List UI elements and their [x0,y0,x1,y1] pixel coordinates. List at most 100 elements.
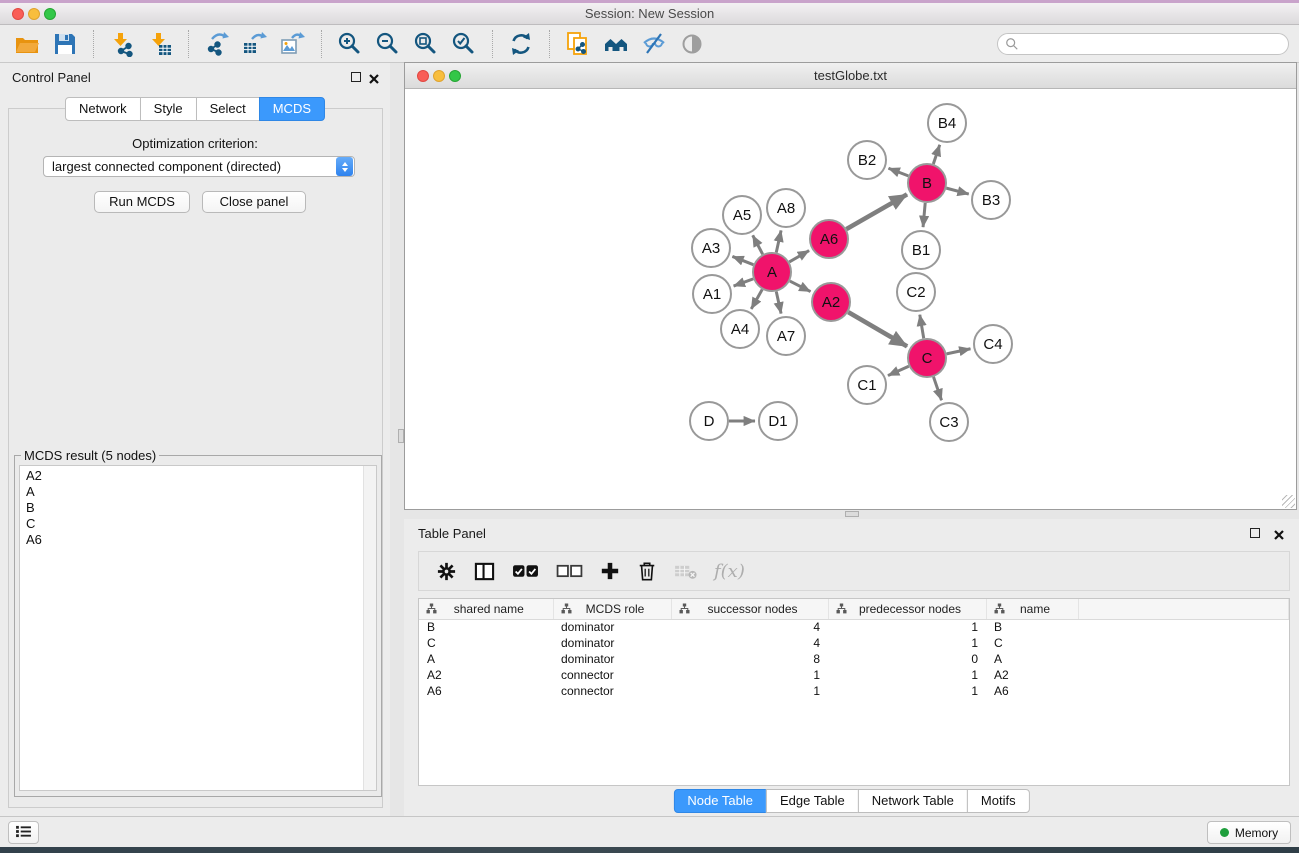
cell-predecessor-nodes[interactable]: 1 [828,619,986,635]
window-close-button[interactable] [12,8,24,20]
graph-node-B[interactable]: B [908,164,946,202]
open-session-button[interactable] [11,29,43,59]
graph-node-A6[interactable]: A6 [810,220,848,258]
table-row[interactable]: Bdominator41B [419,619,1289,635]
window-resize-grip[interactable] [1282,495,1295,508]
zoom-fit-button[interactable] [410,29,442,59]
cell-predecessor-nodes[interactable]: 0 [828,651,986,667]
refresh-button[interactable] [505,29,537,59]
graph-node-A1[interactable]: A1 [693,275,731,313]
graph-node-C4[interactable]: C4 [974,325,1012,363]
task-history-button[interactable] [8,821,39,844]
cell-predecessor-nodes[interactable]: 1 [828,683,986,699]
tab-network-table[interactable]: Network Table [858,789,968,813]
mcds-result-item[interactable]: A [26,484,360,500]
zoom-in-button[interactable] [334,29,366,59]
network-window-close-button[interactable] [417,70,429,82]
cell-successor-nodes[interactable]: 4 [671,635,828,651]
cell-shared-name[interactable]: C [419,635,553,651]
import-network-button[interactable] [106,29,138,59]
export-image-button[interactable] [277,29,309,59]
graph-edge-A-A8[interactable] [776,230,781,252]
add-column-button[interactable] [600,561,620,581]
cell-name[interactable]: A6 [986,683,1078,699]
cell-MCDS-role[interactable]: dominator [553,651,671,667]
graph-edge-A6-B[interactable] [846,194,907,229]
cell-name[interactable]: C [986,635,1078,651]
graph-node-C[interactable]: C [908,339,946,377]
cell-successor-nodes[interactable]: 8 [671,651,828,667]
column-header-MCDS-role[interactable]: MCDS role [553,599,671,619]
tab-edge-table[interactable]: Edge Table [766,789,859,813]
cell-successor-nodes[interactable]: 1 [671,683,828,699]
export-network-button[interactable] [201,29,233,59]
cell-successor-nodes[interactable]: 1 [671,667,828,683]
cell-MCDS-role[interactable]: dominator [553,635,671,651]
zoom-out-button[interactable] [372,29,404,59]
network-window-minimize-button[interactable] [433,70,445,82]
column-header-predecessor-nodes[interactable]: predecessor nodes [828,599,986,619]
export-table-button[interactable] [239,29,271,59]
graph-node-A3[interactable]: A3 [692,229,730,267]
column-header-shared-name[interactable]: shared name [419,599,553,619]
select-all-checkboxes-button[interactable] [512,564,539,579]
cell-shared-name[interactable]: A6 [419,683,553,699]
graph-node-B3[interactable]: B3 [972,181,1010,219]
cell-name[interactable]: A2 [986,667,1078,683]
graph-node-C2[interactable]: C2 [897,273,935,311]
cell-name[interactable]: A [986,651,1078,667]
graph-edge-A-A6[interactable] [789,251,809,262]
run-mcds-button[interactable]: Run MCDS [94,191,190,213]
graph-edge-A-A3[interactable] [732,256,753,264]
tab-node-table[interactable]: Node Table [673,789,767,813]
cell-successor-nodes[interactable]: 4 [671,619,828,635]
hide-glasses-button[interactable] [638,29,670,59]
graph-edge-A2-C[interactable] [848,312,907,346]
close-panel-icon[interactable] [369,72,379,82]
save-session-button[interactable] [49,29,81,59]
graph-node-C3[interactable]: C3 [930,403,968,441]
tab-network[interactable]: Network [65,97,141,121]
graph-edge-C-C2[interactable] [920,315,924,339]
tab-motifs[interactable]: Motifs [967,789,1030,813]
network-window-zoom-button[interactable] [449,70,461,82]
table-row[interactable]: Cdominator41C [419,635,1289,651]
graph-edge-B-B3[interactable] [946,188,968,194]
graph-node-B2[interactable]: B2 [848,141,886,179]
home-button[interactable] [600,29,632,59]
mcds-result-item[interactable]: A2 [26,468,360,484]
import-table-button[interactable] [144,29,176,59]
graph-node-A5[interactable]: A5 [723,196,761,234]
graph-node-C1[interactable]: C1 [848,366,886,404]
cell-MCDS-role[interactable]: connector [553,683,671,699]
cell-MCDS-role[interactable]: connector [553,667,671,683]
mcds-result-item[interactable]: A6 [26,532,360,548]
mcds-result-item[interactable]: B [26,500,360,516]
graph-node-A4[interactable]: A4 [721,310,759,348]
tab-mcds[interactable]: MCDS [259,97,325,121]
window-minimize-button[interactable] [28,8,40,20]
graph-node-D[interactable]: D [690,402,728,440]
unselect-all-checkboxes-button[interactable] [556,564,583,579]
table-row[interactable]: A2connector11A2 [419,667,1289,683]
cell-shared-name[interactable]: A [419,651,553,667]
copy-network-image-button[interactable] [562,29,594,59]
graph-edge-C-C4[interactable] [947,349,971,354]
float-panel-icon[interactable] [351,72,361,82]
table-panel-float-icon[interactable] [1250,528,1260,538]
column-header-successor-nodes[interactable]: successor nodes [671,599,828,619]
mcds-result-item[interactable]: C [26,516,360,532]
window-zoom-button[interactable] [44,8,56,20]
show-eye-button[interactable] [676,29,708,59]
table-row[interactable]: A6connector11A6 [419,683,1289,699]
cell-predecessor-nodes[interactable]: 1 [828,635,986,651]
split-handle-left[interactable] [398,429,404,443]
cell-shared-name[interactable]: B [419,619,553,635]
cell-name[interactable]: B [986,619,1078,635]
graph-edge-A-A4[interactable] [751,289,762,309]
column-header-name[interactable]: name [986,599,1078,619]
graph-node-A7[interactable]: A7 [767,317,805,355]
graph-edge-A-A7[interactable] [776,292,781,314]
cell-predecessor-nodes[interactable]: 1 [828,667,986,683]
graph-edge-C-C3[interactable] [934,377,942,400]
